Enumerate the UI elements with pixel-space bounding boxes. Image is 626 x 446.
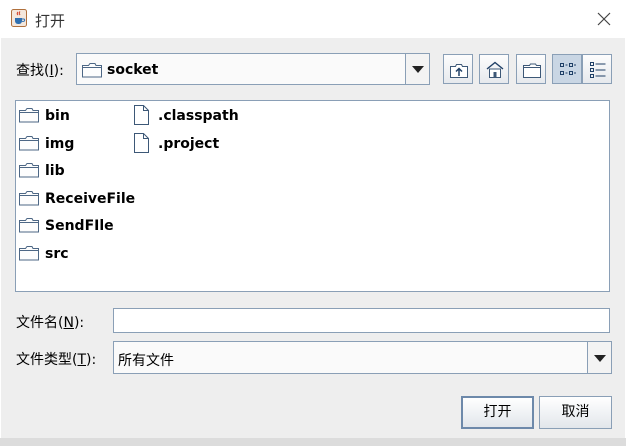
file-name: SendFIle xyxy=(45,218,114,234)
file-name-label: 文件名(N): xyxy=(16,315,85,331)
up-one-level-button[interactable] xyxy=(443,54,473,84)
look-in-value: socket xyxy=(107,62,159,78)
folder-icon xyxy=(82,63,102,78)
cancel-button[interactable]: 取消 xyxy=(539,396,612,429)
look-in-label: 查找(I): xyxy=(16,63,64,79)
home-icon xyxy=(486,61,504,78)
folder-icon xyxy=(19,246,39,261)
title-bar: 打开 xyxy=(0,0,626,38)
details-view-icon xyxy=(590,62,606,78)
list-view-icon xyxy=(560,63,576,75)
file-list[interactable]: bin img lib ReceiveFile SendFIle src .cl… xyxy=(15,100,610,292)
file-name-field[interactable] xyxy=(113,308,610,333)
background-edge xyxy=(0,438,626,446)
folder-icon xyxy=(19,108,39,123)
folder-icon xyxy=(19,218,39,233)
file-name: ReceiveFile xyxy=(45,191,136,207)
chevron-down-icon[interactable] xyxy=(587,342,611,373)
file-name: src xyxy=(45,246,69,262)
file-name: bin xyxy=(45,108,70,124)
new-folder-icon xyxy=(523,63,541,78)
folder-icon xyxy=(19,191,39,206)
file-name: lib xyxy=(45,163,65,179)
folder-icon xyxy=(19,163,39,178)
file-type-value: 所有文件 xyxy=(118,353,174,369)
home-button[interactable] xyxy=(479,54,509,84)
java-cup-icon xyxy=(11,9,27,27)
list-view-button[interactable] xyxy=(552,54,582,84)
chevron-down-icon[interactable] xyxy=(405,54,429,84)
file-name: .classpath xyxy=(158,108,239,124)
open-button[interactable]: 打开 xyxy=(461,396,534,429)
new-folder-button[interactable] xyxy=(516,54,546,84)
file-icon xyxy=(134,133,149,153)
file-type-label: 文件类型(T): xyxy=(16,352,97,368)
file-icon xyxy=(134,105,149,125)
window-title: 打开 xyxy=(35,12,66,30)
folder-icon xyxy=(19,136,39,151)
look-in-combo[interactable]: socket xyxy=(76,53,430,85)
file-type-combo[interactable]: 所有文件 xyxy=(113,341,612,374)
file-name: .project xyxy=(158,136,220,152)
details-view-button[interactable] xyxy=(582,54,612,84)
folder-up-icon xyxy=(450,64,468,78)
close-icon[interactable] xyxy=(594,9,614,29)
file-name: img xyxy=(45,136,75,152)
